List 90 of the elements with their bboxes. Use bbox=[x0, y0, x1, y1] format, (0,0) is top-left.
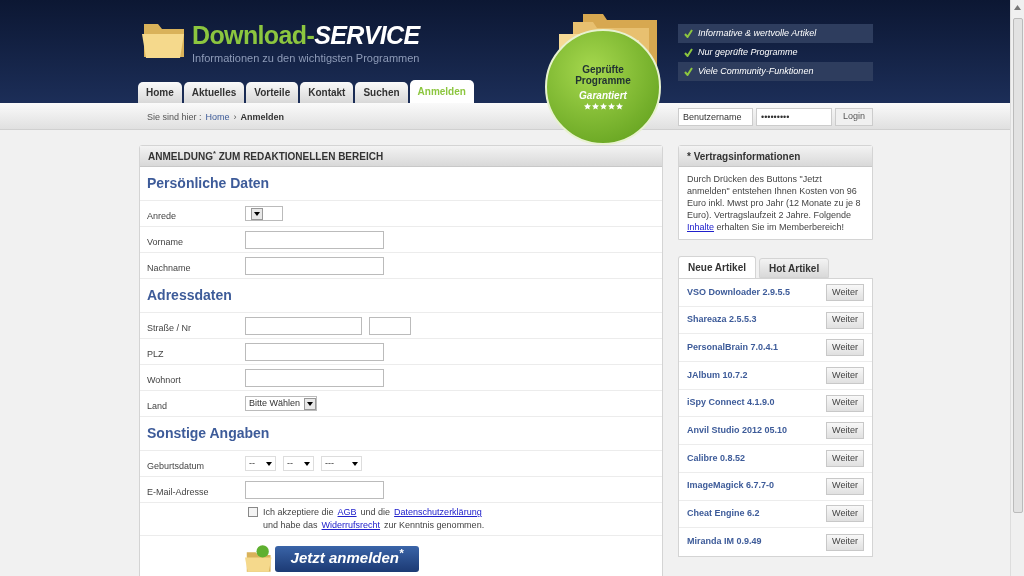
continue-button[interactable]: Weiter bbox=[826, 283, 864, 301]
terms-text: und die bbox=[360, 506, 391, 519]
select-field[interactable] bbox=[245, 206, 283, 221]
article-link[interactable]: Anvil Studio 2012 05.10 bbox=[687, 424, 788, 438]
article-link[interactable]: JAlbum 10.7.2 bbox=[687, 368, 748, 383]
article-link[interactable]: ImageMagick 6.7.7-0 bbox=[687, 479, 775, 493]
article-tab[interactable]: Hot Artikel bbox=[759, 258, 830, 278]
section-heading: Sonstige Angaben bbox=[147, 424, 270, 443]
caret-icon bbox=[251, 207, 263, 220]
terms-link[interactable]: Datenschutzerklärung bbox=[394, 506, 482, 519]
nav-tab[interactable]: Vorteile bbox=[246, 82, 299, 103]
text-field[interactable] bbox=[245, 368, 384, 387]
check-icon bbox=[684, 29, 693, 38]
terms-link[interactable]: Widerrufsrecht bbox=[321, 519, 381, 532]
section-heading: Adressdaten bbox=[147, 286, 232, 305]
article-link[interactable]: Miranda IM 0.9.49 bbox=[687, 535, 762, 549]
continue-button[interactable]: Weiter bbox=[826, 394, 864, 412]
feature-text: Nur geprüfte Programme bbox=[698, 45, 798, 59]
field-label: PLZ bbox=[147, 348, 164, 359]
caret-icon bbox=[266, 461, 272, 466]
continue-button[interactable]: Weiter bbox=[826, 422, 864, 440]
continue-button[interactable]: Weiter bbox=[826, 533, 864, 551]
logo-title: Download- bbox=[192, 20, 315, 51]
field-label: Anrede bbox=[147, 210, 177, 221]
nav-tab[interactable]: Home bbox=[138, 82, 182, 103]
breadcrumb-separator: › bbox=[233, 111, 237, 124]
continue-button[interactable]: Weiter bbox=[826, 311, 864, 329]
logo-tagline: Informationen zu den wichtigsten Programmen bbox=[192, 52, 420, 65]
password-field[interactable]: ••••••••• bbox=[756, 108, 832, 126]
feature-text: Viele Community-Funktionen bbox=[698, 64, 814, 78]
section-heading: Persönliche Daten bbox=[147, 174, 270, 193]
breadcrumb-label: Sie sind hier : bbox=[147, 111, 202, 124]
terms-text: und habe das bbox=[263, 519, 318, 532]
badge-text: Garantiert bbox=[579, 89, 627, 103]
field-label: Vorname bbox=[147, 236, 184, 247]
continue-button[interactable]: Weiter bbox=[826, 505, 864, 523]
text-field[interactable] bbox=[245, 256, 384, 275]
checkbox[interactable] bbox=[248, 507, 258, 517]
logo-title: SERVICE bbox=[314, 20, 420, 51]
breadcrumb-link[interactable]: Home bbox=[205, 111, 230, 125]
article-tab[interactable]: Neue Artikel bbox=[678, 256, 756, 278]
select-field[interactable]: --- bbox=[321, 456, 362, 471]
terms-text: Ich akzeptiere die bbox=[263, 506, 334, 519]
text-field[interactable] bbox=[245, 480, 384, 499]
select-field[interactable]: -- bbox=[283, 456, 314, 471]
register-button[interactable]: Jetzt anmelden$^{*}$ bbox=[275, 545, 419, 572]
terms-link[interactable]: AGB bbox=[337, 506, 357, 519]
continue-button[interactable]: Weiter bbox=[826, 366, 864, 384]
text-field[interactable] bbox=[245, 316, 362, 335]
contract-link[interactable]: Inhalte bbox=[687, 222, 715, 232]
article-link[interactable]: Calibre 0.8.52 bbox=[687, 451, 746, 466]
field-label: Land bbox=[147, 400, 168, 411]
check-icon bbox=[684, 67, 693, 76]
caret-icon bbox=[304, 397, 316, 410]
nav-tab[interactable]: Aktuelles bbox=[183, 82, 245, 103]
scrollbar[interactable] bbox=[1010, 0, 1024, 576]
scroll-up-icon[interactable] bbox=[1014, 5, 1021, 10]
select-field[interactable]: Bitte Wählen bbox=[245, 396, 317, 411]
feature-text: Informative & wertvolle Artikel bbox=[698, 26, 817, 40]
article-link[interactable]: iSpy Connect 4.1.9.0 bbox=[687, 396, 775, 410]
text-field[interactable] bbox=[245, 342, 384, 361]
text-field[interactable] bbox=[245, 230, 384, 249]
nav-tab[interactable]: Kontakt bbox=[300, 82, 354, 103]
caret-icon bbox=[352, 461, 358, 466]
check-icon bbox=[684, 48, 693, 57]
login-button[interactable]: Login bbox=[835, 108, 873, 126]
breadcrumb-current: Anmelden bbox=[240, 111, 285, 124]
continue-button[interactable]: Weiter bbox=[826, 449, 864, 467]
badge-text: Geprüfte bbox=[582, 64, 624, 75]
contract-text: Durch Drücken des Buttons "Jetzt anmelden" entstehen Ihnen Kosten von 96 Euro inkl. Mwst pro Jahr (12 Monate zu je 8 Euro). Vertragslaufzeit 2 Jahre. Folgende Inhalte erhalten Sie im Memberbereich! bbox=[686, 173, 862, 234]
text-field[interactable] bbox=[369, 316, 411, 335]
field-label: Geburtsdatum bbox=[147, 460, 205, 471]
field-label: Nachname bbox=[147, 262, 191, 273]
panel-title: * Vertragsinformationen bbox=[687, 149, 801, 164]
username-field[interactable]: Benutzername bbox=[678, 108, 753, 126]
article-link[interactable]: Shareaza 2.5.5.3 bbox=[687, 313, 757, 327]
panel-title: ANMELDUNG$^{*}$ ZUM REDAKTIONELLEN BEREICH bbox=[148, 148, 384, 164]
caret-icon bbox=[304, 461, 310, 466]
nav-tab[interactable]: Suchen bbox=[355, 82, 408, 103]
article-link[interactable]: VSO Downloader 2.9.5.5 bbox=[687, 285, 791, 300]
field-label: Straße / Nr bbox=[147, 322, 191, 333]
field-label: E-Mail-Adresse bbox=[147, 486, 209, 497]
article-link[interactable]: Cheat Engine 6.2 bbox=[687, 507, 760, 521]
field-label: Wohnort bbox=[147, 374, 181, 385]
terms-text: zur Kenntnis genommen. bbox=[384, 519, 485, 532]
badge-text: Programme bbox=[575, 75, 631, 87]
continue-button[interactable]: Weiter bbox=[826, 477, 864, 495]
article-link[interactable]: PersonalBrain 7.0.4.1 bbox=[687, 340, 779, 355]
continue-button[interactable]: Weiter bbox=[826, 339, 864, 357]
select-field[interactable]: -- bbox=[245, 456, 276, 471]
